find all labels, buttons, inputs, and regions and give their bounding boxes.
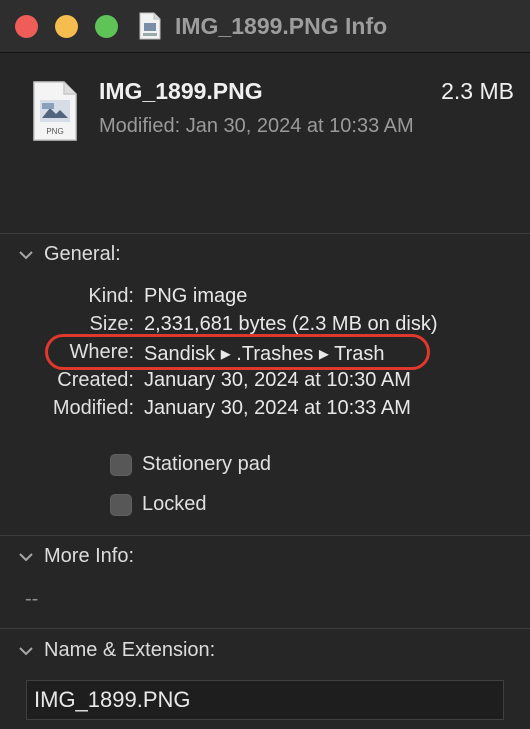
name-extension-input[interactable] <box>26 680 504 720</box>
zoom-button[interactable] <box>95 15 118 38</box>
created-value: January 30, 2024 at 10:30 AM <box>144 369 411 391</box>
chevron-down-icon <box>19 646 33 655</box>
more-info-section-toggle[interactable]: More Info: <box>18 545 134 568</box>
png-file-icon: PNG <box>33 81 77 141</box>
general-heading: General: <box>44 243 121 265</box>
minimize-button[interactable] <box>55 15 78 38</box>
divider <box>0 628 530 629</box>
where-path[interactable]: Sandisk ▸ .Trashes ▸ Trash <box>144 341 385 366</box>
info-row-kind: Kind: PNG image <box>0 285 530 313</box>
modified-value: January 30, 2024 at 10:33 AM <box>144 397 411 419</box>
window-title: IMG_1899.PNG Info <box>175 13 388 39</box>
stationery-pad-checkbox[interactable] <box>110 453 132 476</box>
close-button[interactable] <box>15 15 38 38</box>
file-size: 2.3 MB <box>441 78 514 104</box>
created-label: Created: <box>57 369 134 391</box>
kind-label: Kind: <box>88 285 134 307</box>
name-extension-section-toggle[interactable]: Name & Extension: <box>18 639 215 662</box>
info-row-modified: Modified: January 30, 2024 at 10:33 AM <box>0 397 530 425</box>
locked-label: Locked <box>142 493 207 515</box>
size-label: Size: <box>89 313 134 335</box>
more-info-heading: More Info: <box>44 545 135 567</box>
stationery-pad-option[interactable]: Stationery pad <box>110 453 271 476</box>
general-section-toggle[interactable]: General: <box>18 243 121 266</box>
stationery-pad-label: Stationery pad <box>142 453 271 475</box>
size-value: 2,331,681 bytes (2.3 MB on disk) <box>144 313 438 335</box>
file-modified-date: Modified: Jan 30, 2024 at 10:33 AM <box>99 115 414 137</box>
title-bar: IMG_1899.PNG Info <box>0 0 530 53</box>
where-label: Where: <box>69 341 134 363</box>
divider <box>0 233 530 234</box>
kind-value: PNG image <box>144 285 248 307</box>
more-info-value: -- <box>25 588 39 610</box>
name-extension-heading: Name & Extension: <box>44 639 216 661</box>
file-name: IMG_1899.PNG <box>99 78 263 104</box>
locked-checkbox[interactable] <box>110 493 132 516</box>
info-row-created: Created: January 30, 2024 at 10:30 AM <box>0 369 530 397</box>
chevron-down-icon <box>19 250 33 259</box>
info-row-where: Where: Sandisk ▸ .Trashes ▸ Trash <box>0 341 530 369</box>
modified-label: Modified: <box>52 397 134 419</box>
document-icon <box>139 12 161 40</box>
chevron-down-icon <box>19 552 33 561</box>
png-badge-text: PNG <box>46 127 63 136</box>
locked-option[interactable]: Locked <box>110 493 207 516</box>
divider <box>0 535 530 536</box>
